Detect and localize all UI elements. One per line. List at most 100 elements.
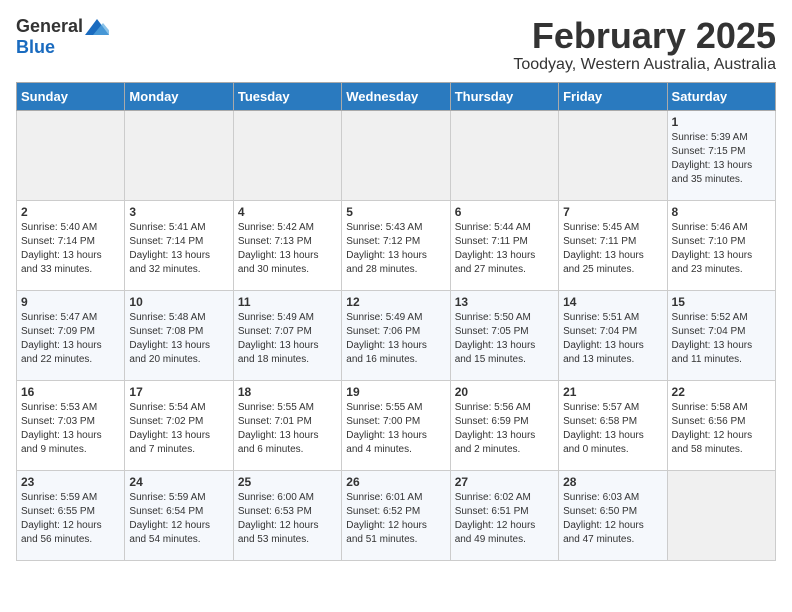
calendar-week-3: 9Sunrise: 5:47 AM Sunset: 7:09 PM Daylig…	[17, 290, 776, 380]
calendar-cell: 19 Sunrise: 5:55 AM Sunset: 7:00 PM Dayli…	[342, 380, 450, 470]
calendar-cell: 3 Sunrise: 5:41 AM Sunset: 7:14 PM Daylig…	[125, 200, 233, 290]
day-info: Sunrise: 5:55 AM Sunset: 7:00 PM Dayligh…	[346, 401, 445, 457]
calendar-cell: 26 Sunrise: 6:01 AM Sunset: 6:52 PM Dayli…	[342, 470, 450, 560]
day-info: Sunrise: 5:39 AM Sunset: 7:15 PM Dayligh…	[672, 131, 771, 187]
calendar-week-4: 16 Sunrise: 5:53 AM Sunset: 7:03 PM Dayli…	[17, 380, 776, 470]
day-of-week-thursday: Thursday	[450, 82, 558, 110]
logo: General Blue	[16, 16, 109, 58]
day-info: Sunrise: 6:01 AM Sunset: 6:52 PM Dayligh…	[346, 491, 445, 547]
calendar-cell: 9Sunrise: 5:47 AM Sunset: 7:09 PM Daylig…	[17, 290, 125, 380]
day-of-week-saturday: Saturday	[667, 82, 775, 110]
day-info: Sunrise: 6:02 AM Sunset: 6:51 PM Dayligh…	[455, 491, 554, 547]
day-number: 24	[129, 475, 228, 489]
logo-general-text: General	[16, 16, 83, 37]
day-info: Sunrise: 6:00 AM Sunset: 6:53 PM Dayligh…	[238, 491, 337, 547]
day-number: 13	[455, 295, 554, 309]
day-info: Sunrise: 5:55 AM Sunset: 7:01 PM Dayligh…	[238, 401, 337, 457]
day-info: Sunrise: 5:53 AM Sunset: 7:03 PM Dayligh…	[21, 401, 120, 457]
day-number: 25	[238, 475, 337, 489]
day-number: 3	[129, 205, 228, 219]
day-info: Sunrise: 5:51 AM Sunset: 7:04 PM Dayligh…	[563, 311, 662, 367]
day-info: Sunrise: 5:42 AM Sunset: 7:13 PM Dayligh…	[238, 221, 337, 277]
day-number: 14	[563, 295, 662, 309]
day-info: Sunrise: 5:40 AM Sunset: 7:14 PM Dayligh…	[21, 221, 120, 277]
day-info: Sunrise: 5:56 AM Sunset: 6:59 PM Dayligh…	[455, 401, 554, 457]
days-of-week-header: SundayMondayTuesdayWednesdayThursdayFrid…	[17, 82, 776, 110]
calendar-cell: 23 Sunrise: 5:59 AM Sunset: 6:55 PM Dayli…	[17, 470, 125, 560]
calendar-cell	[17, 110, 125, 200]
title-area: February 2025 Toodyay, Western Australia…	[513, 16, 776, 74]
calendar-cell	[342, 110, 450, 200]
day-info: Sunrise: 5:54 AM Sunset: 7:02 PM Dayligh…	[129, 401, 228, 457]
calendar-cell: 15 Sunrise: 5:52 AM Sunset: 7:04 PM Dayli…	[667, 290, 775, 380]
day-of-week-friday: Friday	[559, 82, 667, 110]
calendar-cell	[233, 110, 341, 200]
calendar-week-2: 2 Sunrise: 5:40 AM Sunset: 7:14 PM Daylig…	[17, 200, 776, 290]
calendar-cell: 10 Sunrise: 5:48 AM Sunset: 7:08 PM Dayli…	[125, 290, 233, 380]
day-number: 10	[129, 295, 228, 309]
day-info: Sunrise: 5:58 AM Sunset: 6:56 PM Dayligh…	[672, 401, 771, 457]
day-number: 7	[563, 205, 662, 219]
calendar-table: SundayMondayTuesdayWednesdayThursdayFrid…	[16, 82, 776, 561]
calendar-cell: 28 Sunrise: 6:03 AM Sunset: 6:50 PM Dayli…	[559, 470, 667, 560]
calendar-body: 1 Sunrise: 5:39 AM Sunset: 7:15 PM Daylig…	[17, 110, 776, 560]
day-number: 15	[672, 295, 771, 309]
day-info: Sunrise: 5:57 AM Sunset: 6:58 PM Dayligh…	[563, 401, 662, 457]
logo-blue-text: Blue	[16, 37, 55, 58]
day-number: 23	[21, 475, 120, 489]
calendar-cell: 11 Sunrise: 5:49 AM Sunset: 7:07 PM Dayli…	[233, 290, 341, 380]
calendar-cell: 27Sunrise: 6:02 AM Sunset: 6:51 PM Dayli…	[450, 470, 558, 560]
month-title: February 2025	[513, 16, 776, 56]
day-number: 12	[346, 295, 445, 309]
day-number: 6	[455, 205, 554, 219]
day-of-week-monday: Monday	[125, 82, 233, 110]
day-number: 20	[455, 385, 554, 399]
calendar-cell: 6 Sunrise: 5:44 AM Sunset: 7:11 PM Daylig…	[450, 200, 558, 290]
calendar-cell: 14 Sunrise: 5:51 AM Sunset: 7:04 PM Dayli…	[559, 290, 667, 380]
page-header: General Blue February 2025 Toodyay, West…	[16, 16, 776, 74]
day-number: 11	[238, 295, 337, 309]
day-number: 16	[21, 385, 120, 399]
day-info: Sunrise: 5:59 AM Sunset: 6:55 PM Dayligh…	[21, 491, 120, 547]
calendar-cell: 17 Sunrise: 5:54 AM Sunset: 7:02 PM Dayli…	[125, 380, 233, 470]
day-of-week-wednesday: Wednesday	[342, 82, 450, 110]
day-info: Sunrise: 5:48 AM Sunset: 7:08 PM Dayligh…	[129, 311, 228, 367]
day-info: Sunrise: 5:59 AM Sunset: 6:54 PM Dayligh…	[129, 491, 228, 547]
day-info: Sunrise: 6:03 AM Sunset: 6:50 PM Dayligh…	[563, 491, 662, 547]
calendar-cell: 22Sunrise: 5:58 AM Sunset: 6:56 PM Dayli…	[667, 380, 775, 470]
calendar-cell: 4 Sunrise: 5:42 AM Sunset: 7:13 PM Daylig…	[233, 200, 341, 290]
day-number: 2	[21, 205, 120, 219]
calendar-week-1: 1 Sunrise: 5:39 AM Sunset: 7:15 PM Daylig…	[17, 110, 776, 200]
day-info: Sunrise: 5:49 AM Sunset: 7:06 PM Dayligh…	[346, 311, 445, 367]
day-number: 17	[129, 385, 228, 399]
day-number: 28	[563, 475, 662, 489]
calendar-cell	[667, 470, 775, 560]
calendar-cell: 12 Sunrise: 5:49 AM Sunset: 7:06 PM Dayli…	[342, 290, 450, 380]
day-info: Sunrise: 5:52 AM Sunset: 7:04 PM Dayligh…	[672, 311, 771, 367]
calendar-cell: 24 Sunrise: 5:59 AM Sunset: 6:54 PM Dayli…	[125, 470, 233, 560]
calendar-cell: 18Sunrise: 5:55 AM Sunset: 7:01 PM Dayli…	[233, 380, 341, 470]
calendar-cell: 25 Sunrise: 6:00 AM Sunset: 6:53 PM Dayli…	[233, 470, 341, 560]
calendar-cell: 8 Sunrise: 5:46 AM Sunset: 7:10 PM Daylig…	[667, 200, 775, 290]
day-number: 19	[346, 385, 445, 399]
day-info: Sunrise: 5:45 AM Sunset: 7:11 PM Dayligh…	[563, 221, 662, 277]
calendar-cell	[125, 110, 233, 200]
day-of-week-tuesday: Tuesday	[233, 82, 341, 110]
day-info: Sunrise: 5:41 AM Sunset: 7:14 PM Dayligh…	[129, 221, 228, 277]
calendar-cell: 13 Sunrise: 5:50 AM Sunset: 7:05 PM Dayli…	[450, 290, 558, 380]
calendar-cell: 20 Sunrise: 5:56 AM Sunset: 6:59 PM Dayli…	[450, 380, 558, 470]
calendar-cell: 21Sunrise: 5:57 AM Sunset: 6:58 PM Dayli…	[559, 380, 667, 470]
day-number: 9	[21, 295, 120, 309]
calendar-cell: 2 Sunrise: 5:40 AM Sunset: 7:14 PM Daylig…	[17, 200, 125, 290]
calendar-cell: 1 Sunrise: 5:39 AM Sunset: 7:15 PM Daylig…	[667, 110, 775, 200]
location-title: Toodyay, Western Australia, Australia	[513, 56, 776, 74]
day-info: Sunrise: 5:46 AM Sunset: 7:10 PM Dayligh…	[672, 221, 771, 277]
day-info: Sunrise: 5:49 AM Sunset: 7:07 PM Dayligh…	[238, 311, 337, 367]
day-number: 4	[238, 205, 337, 219]
day-number: 8	[672, 205, 771, 219]
day-info: Sunrise: 5:44 AM Sunset: 7:11 PM Dayligh…	[455, 221, 554, 277]
calendar-cell: 5Sunrise: 5:43 AM Sunset: 7:12 PM Daylig…	[342, 200, 450, 290]
day-info: Sunrise: 5:50 AM Sunset: 7:05 PM Dayligh…	[455, 311, 554, 367]
day-number: 26	[346, 475, 445, 489]
day-number: 1	[672, 115, 771, 129]
